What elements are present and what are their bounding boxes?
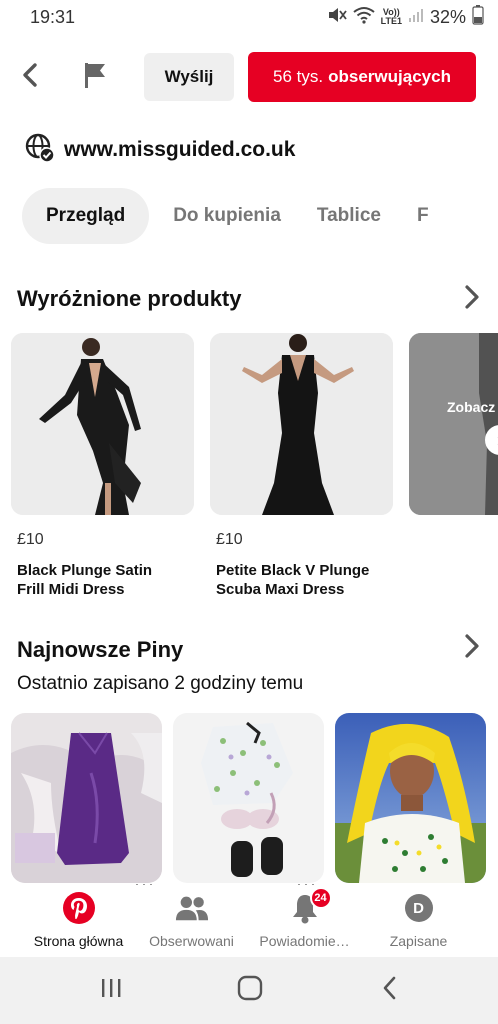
home-button[interactable]: [230, 975, 270, 1005]
website-url: www.missguided.co.uk: [64, 138, 296, 161]
followers-count: 56 tys.: [273, 67, 324, 86]
product-image: [210, 333, 393, 515]
pin-card[interactable]: [11, 713, 162, 883]
flag-icon: [82, 61, 108, 94]
bell-icon: 24: [288, 887, 332, 925]
recent-apps-button[interactable]: [91, 975, 131, 1005]
product-card[interactable]: £10 Black Plunge Satin Frill Midi Dress: [11, 333, 194, 599]
send-button[interactable]: Wyślij: [144, 53, 234, 101]
system-navigation-bar: [0, 957, 498, 1024]
tab-overview[interactable]: Przegląd: [22, 188, 150, 244]
nav-saved[interactable]: D Zapisane: [356, 891, 481, 957]
product-name: Petite Black V Plunge Scuba Maxi Dress: [216, 562, 370, 598]
follow-button[interactable]: 56 tys. obserwujących: [248, 52, 476, 102]
status-icons: Vo)) LTE1 32%: [327, 4, 484, 30]
back-arrow-icon: [381, 975, 399, 1006]
latest-section-title: Najnowsze Piny: [17, 637, 184, 662]
avatar-icon: D: [402, 891, 436, 925]
website-link[interactable]: www.missguided.co.uk: [24, 132, 295, 168]
wifi-icon: [353, 6, 375, 29]
back-button[interactable]: [14, 60, 48, 94]
avatar: D: [404, 894, 433, 922]
status-time: 19:31: [30, 6, 76, 27]
tab-boards[interactable]: Tablice: [305, 188, 393, 244]
pin-card[interactable]: [335, 713, 486, 883]
product-card[interactable]: £10 Petite Black V Plunge Scuba Maxi Dre…: [210, 333, 393, 599]
mute-icon: [327, 6, 347, 29]
nav-notifications-label: Powiadomie…: [259, 933, 350, 949]
tab-shop[interactable]: Do kupienia: [161, 188, 293, 244]
see-more-label: Zobacz: [447, 399, 496, 415]
people-icon: [175, 891, 209, 925]
nav-notifications[interactable]: 24 Powiadomie…: [242, 887, 367, 957]
featured-section-title: Wyróżnione produkty: [17, 286, 242, 311]
profile-header: Wyślij 56 tys. obserwujących: [0, 50, 498, 106]
chevron-right-icon: [460, 634, 484, 662]
followers-word: obserwujących: [328, 67, 451, 86]
network-indicator: Vo)) LTE1: [380, 7, 402, 26]
product-price: £10: [17, 531, 44, 548]
product-name: Black Plunge Satin Frill Midi Dress: [17, 562, 153, 598]
pinterest-logo-icon: [62, 891, 96, 925]
nav-following-label: Obserwowani: [149, 933, 234, 949]
latest-subtitle: Ostatnio zapisano 2 godziny temu: [17, 673, 304, 694]
bottom-navigation: Strona główna Obserwowani 24 Powiadomie……: [0, 885, 498, 957]
product-price: £10: [216, 531, 243, 548]
chevron-left-icon: [20, 62, 42, 93]
featured-products-carousel: £10 Black Plunge Satin Frill Midi Dress …: [11, 333, 498, 603]
latest-pins-carousel: [11, 713, 498, 893]
nav-following[interactable]: Obserwowani: [129, 891, 254, 957]
system-back-button[interactable]: [370, 975, 410, 1005]
report-button[interactable]: [78, 60, 112, 94]
tab-partial[interactable]: F: [405, 188, 441, 244]
pin-card[interactable]: [173, 713, 324, 883]
battery-text: 32%: [429, 6, 466, 27]
status-bar: 19:31 Vo)) LTE1 32%: [0, 0, 498, 34]
latest-more-button[interactable]: [460, 634, 484, 658]
battery-icon: [472, 4, 484, 30]
chevron-right-icon: [460, 285, 484, 313]
recent-apps-icon: [99, 977, 123, 1004]
product-image: [11, 333, 194, 515]
featured-more-button[interactable]: [460, 285, 484, 309]
notification-badge: 24: [309, 887, 332, 909]
signal-icon: [408, 7, 424, 28]
home-icon: [237, 975, 263, 1006]
profile-tabs: Przegląd Do kupienia Tablice F: [22, 188, 498, 244]
see-more-card[interactable]: Zobacz ›: [409, 333, 498, 515]
verified-globe-icon: [24, 132, 56, 169]
nav-home-label: Strona główna: [33, 933, 124, 949]
nav-saved-label: Zapisane: [389, 933, 448, 949]
nav-home[interactable]: Strona główna: [16, 891, 141, 957]
